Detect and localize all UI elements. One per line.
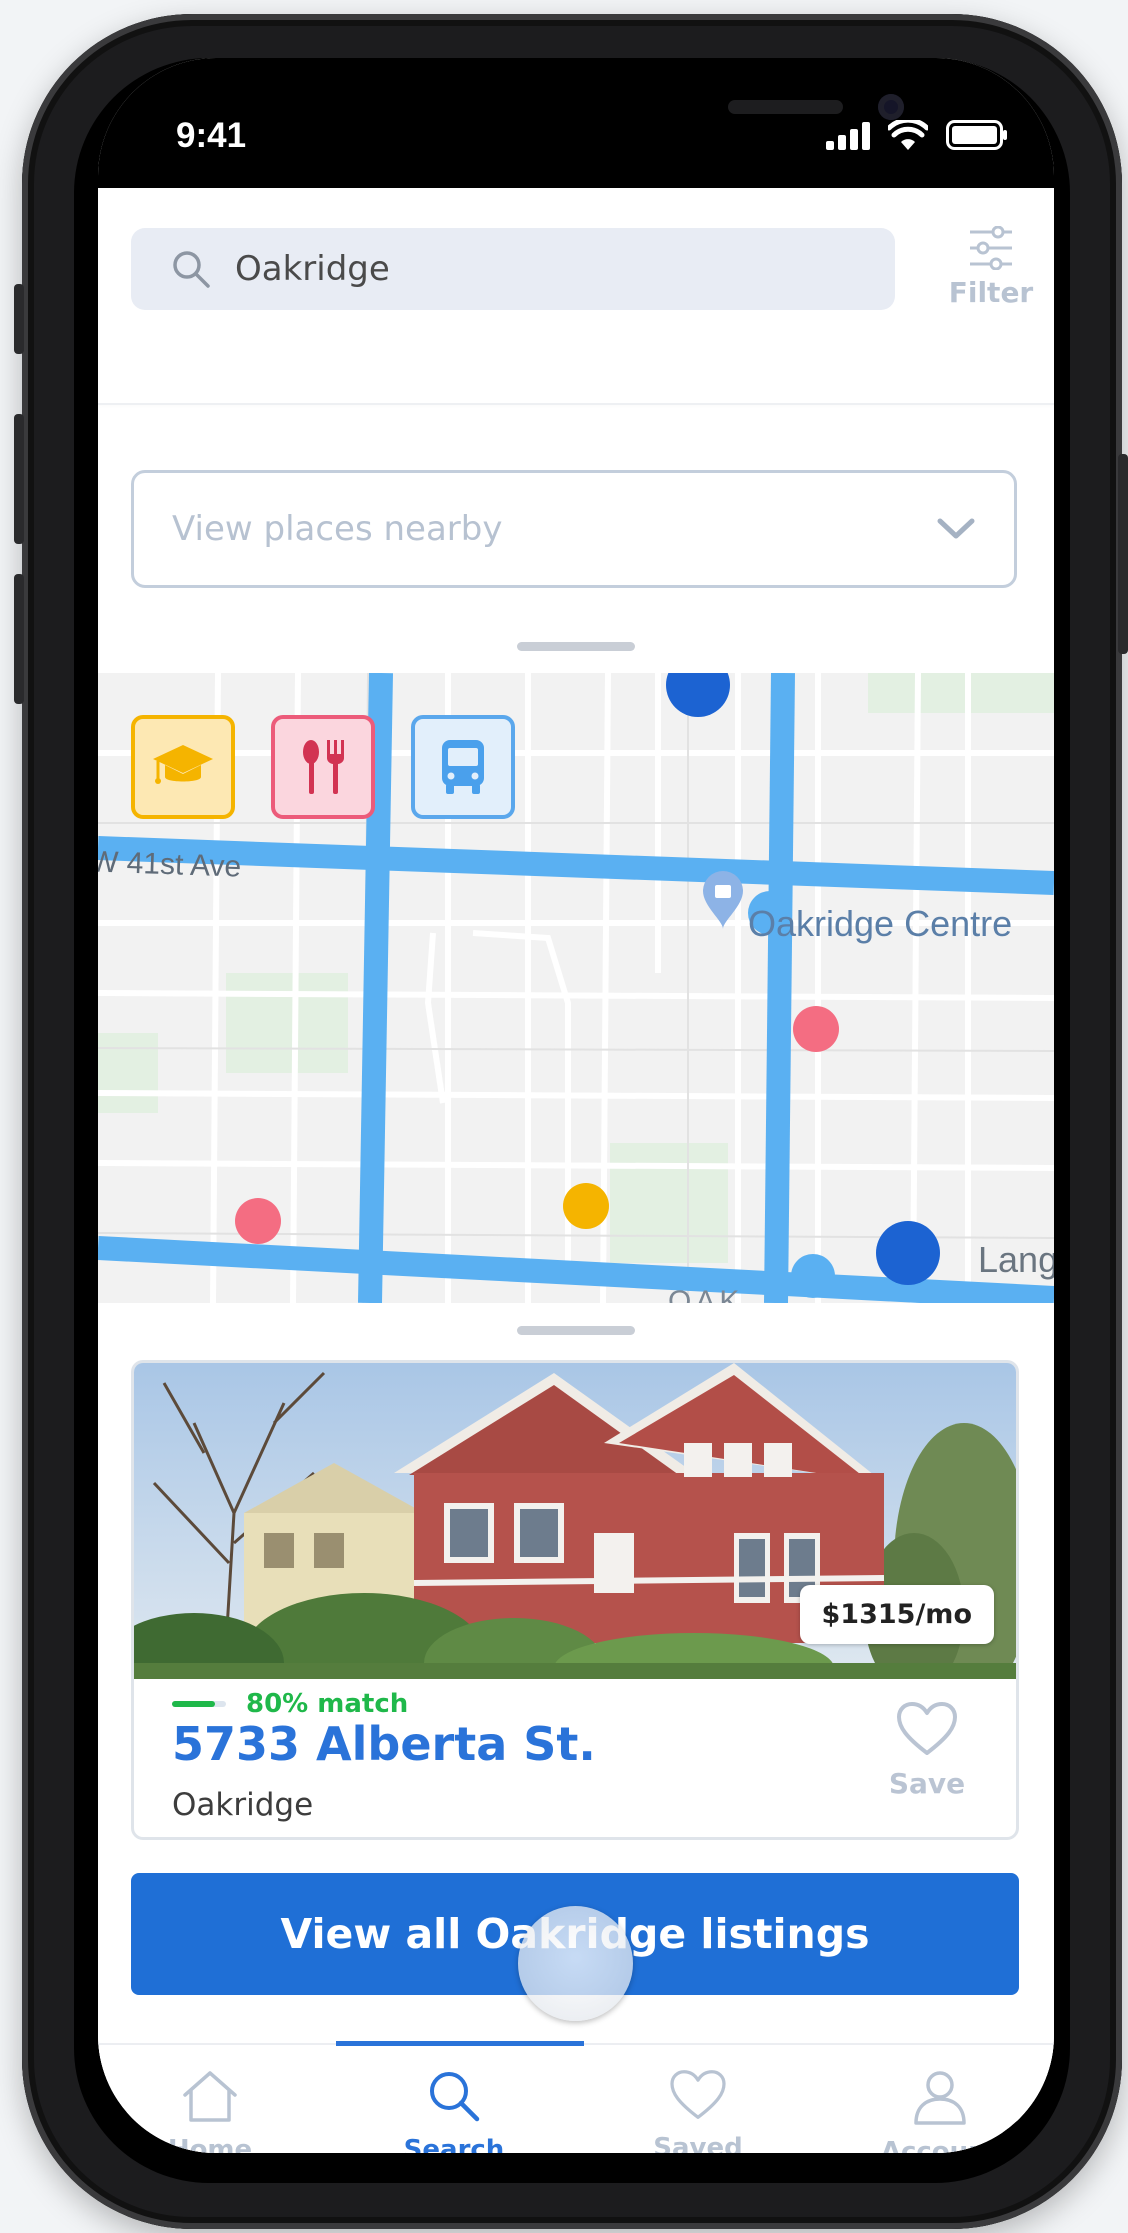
dropdown-value: View places nearby <box>172 509 503 549</box>
screen: 9:41 Oakridge Filter View places nearby … <box>98 58 1054 2153</box>
places-nearby-dropdown[interactable]: View places nearby <box>131 470 1017 588</box>
search-icon <box>173 251 210 288</box>
speaker <box>728 100 843 114</box>
listing-card[interactable]: $1315/mo 80% match 5733 Alberta St. Oakr… <box>131 1360 1019 1840</box>
volume-up-button <box>14 414 24 544</box>
schools-filter-button[interactable] <box>131 715 235 819</box>
save-label: Save <box>888 1767 966 1800</box>
fork-spoon-icon <box>303 740 344 794</box>
touch-indicator <box>518 1906 633 2021</box>
listing-neighborhood: Oakridge <box>172 1787 314 1823</box>
save-button[interactable]: Save <box>882 1701 972 1800</box>
chevron-down-icon <box>937 518 975 539</box>
silent-switch <box>14 284 24 354</box>
bus-icon <box>442 740 484 794</box>
street-label-41st: W 41st Ave <box>98 845 242 884</box>
tab-search[interactable]: Search <box>354 2069 554 2153</box>
search-icon <box>430 2072 480 2122</box>
wifi-icon <box>888 120 928 150</box>
tab-home[interactable]: Home <box>110 2069 310 2153</box>
status-icons <box>826 120 1008 150</box>
place-label-oakridge-centre: Oakridge Centre <box>748 903 1013 944</box>
volume-down-button <box>14 574 24 704</box>
home-icon <box>183 2071 237 2122</box>
tab-search-label: Search <box>403 2135 505 2153</box>
front-camera <box>878 94 904 120</box>
app-content: Filter View places nearby <box>98 188 1054 2153</box>
listing-address[interactable]: 5733 Alberta St. <box>172 1717 596 1771</box>
filter-label: Filter <box>948 276 1034 309</box>
tab-bar: Home Search Saved Account <box>98 2041 1054 2153</box>
restaurants-filter-button[interactable] <box>271 715 375 819</box>
match-text: 80% match <box>246 1689 409 1719</box>
battery-icon <box>946 120 1007 150</box>
heart-icon <box>897 1702 957 1755</box>
filter-button[interactable]: Filter <box>936 225 1046 316</box>
tab-home-label: Home <box>167 2135 253 2153</box>
tab-account[interactable]: Account <box>840 2069 1040 2153</box>
graduation-cap-icon <box>153 745 213 784</box>
tab-saved-label: Saved <box>653 2133 743 2153</box>
match-bar <box>172 1701 226 1707</box>
signal-icon <box>826 122 870 150</box>
search-bar[interactable] <box>131 228 895 310</box>
header-divider <box>98 403 1054 405</box>
transit-filter-button[interactable] <box>411 715 515 819</box>
tab-saved[interactable]: Saved <box>598 2069 798 2153</box>
map-label-oak: OAK <box>668 1285 744 1303</box>
status-bar: 9:41 <box>98 58 1054 188</box>
sliders-icon <box>970 225 1012 271</box>
search-header: Filter <box>98 188 1054 403</box>
map-drag-handle-top[interactable] <box>517 642 635 651</box>
person-icon <box>914 2071 966 2125</box>
status-time: 9:41 <box>176 116 247 155</box>
map-label-lang: Lang <box>978 1239 1054 1280</box>
notch <box>308 58 904 168</box>
match-indicator: 80% match <box>172 1689 408 1719</box>
map-drag-handle-bottom[interactable] <box>517 1326 635 1335</box>
map-streets <box>98 673 1054 1303</box>
tab-account-label: Account <box>880 2137 1000 2153</box>
map-view[interactable]: W 41st Ave Oakridge Centre Lang OAK <box>98 673 1054 1303</box>
power-button <box>1118 454 1128 654</box>
search-input[interactable] <box>233 248 837 290</box>
active-tab-indicator <box>336 2041 584 2046</box>
price-badge: $1315/mo <box>799 1585 994 1644</box>
heart-icon <box>670 2070 726 2119</box>
match-bar-fill <box>172 1701 216 1707</box>
